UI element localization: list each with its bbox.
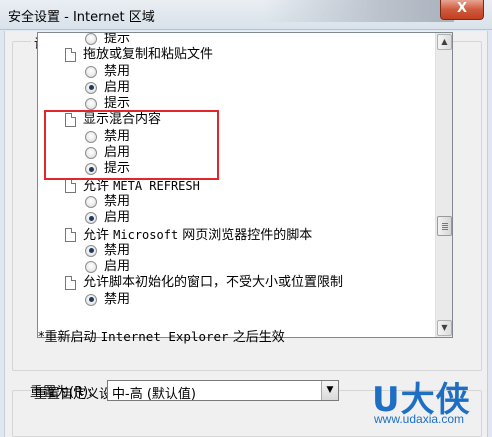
document-icon: [65, 48, 76, 63]
setting-label: 允许 Microsoft 网页浏览器控件的脚本: [83, 227, 313, 243]
radio-selected-icon[interactable]: [85, 81, 97, 94]
option-label: 启用: [104, 259, 131, 275]
chevron-down-icon: ▼: [326, 385, 334, 395]
radio-option[interactable]: 启用: [38, 80, 435, 96]
radio-unselected-icon[interactable]: [85, 261, 97, 274]
setting-item: 允许 META REFRESH: [38, 178, 435, 194]
setting-item: 允许 Microsoft 网页浏览器控件的脚本: [38, 227, 435, 243]
vertical-scrollbar[interactable]: ▲ ▼: [435, 33, 452, 337]
radio-option[interactable]: 禁用: [38, 194, 435, 210]
title-bar: 安全设置 - Internet 区域 X: [0, 0, 492, 30]
radio-unselected-icon[interactable]: [85, 65, 97, 78]
setting-item: 拖放或复制和粘贴文件: [38, 47, 435, 63]
document-icon: [65, 276, 76, 291]
setting-label: 允许脚本初始化的窗口，不受大小或位置限制: [83, 275, 344, 291]
setting-label: 拖放或复制和粘贴文件: [83, 47, 214, 63]
option-label: 提示: [104, 32, 131, 46]
radio-unselected-icon[interactable]: [85, 98, 97, 111]
option-label: 启用: [104, 79, 131, 95]
radio-option[interactable]: 启用: [38, 259, 435, 275]
title-bar-background: [264, 0, 454, 22]
setting-item: 允许脚本初始化的窗口，不受大小或位置限制: [38, 275, 435, 291]
close-icon: X: [456, 1, 468, 16]
close-button[interactable]: X: [440, 0, 484, 20]
document-icon: [65, 178, 76, 193]
highlight-annotation-box: [44, 110, 219, 180]
chevron-up-icon: ▲: [441, 37, 448, 46]
radio-selected-icon[interactable]: [85, 212, 97, 225]
settings-listbox[interactable]: 提示 拖放或复制和粘贴文件 禁用 启用 提示 显示混合内容 禁用 启用 提示 允许 META RE…: [37, 32, 453, 338]
scroll-up-button[interactable]: ▲: [437, 34, 452, 50]
dropdown-button[interactable]: ▼: [321, 381, 338, 400]
window-title: 安全设置 - Internet 区域: [8, 10, 155, 25]
radio-option[interactable]: 禁用: [38, 243, 435, 259]
radio-unselected-icon[interactable]: [85, 33, 97, 45]
radio-option[interactable]: 启用: [38, 210, 435, 226]
option-label: 启用: [104, 210, 131, 226]
radio-selected-icon[interactable]: [85, 293, 97, 306]
radio-option[interactable]: 提示: [38, 32, 435, 47]
radio-unselected-icon[interactable]: [85, 195, 97, 208]
watermark-url: www.udaxia.com: [374, 412, 465, 426]
grip-icon: [442, 223, 448, 230]
option-label: 禁用: [104, 291, 131, 307]
radio-option[interactable]: 禁用: [38, 64, 435, 80]
watermark-logo: U大侠 www.udaxia.com: [372, 372, 490, 434]
chevron-down-icon: ▼: [441, 323, 448, 332]
reset-to-label: 重置为(R):: [30, 385, 93, 400]
option-label: 禁用: [104, 193, 131, 209]
setting-label: 允许 META REFRESH: [83, 178, 200, 194]
radio-selected-icon[interactable]: [85, 244, 97, 257]
option-label: 禁用: [104, 242, 131, 258]
reset-level-value: 中-高 (默认值): [112, 387, 196, 402]
radio-option[interactable]: 禁用: [38, 292, 435, 308]
document-icon: [65, 227, 76, 242]
scroll-down-button[interactable]: ▼: [437, 320, 452, 336]
restart-note: *重新启动 Internet Explorer 之后生效: [38, 329, 285, 345]
reset-level-select[interactable]: 中-高 (默认值) ▼: [107, 380, 339, 402]
scroll-thumb[interactable]: [437, 216, 452, 236]
option-label: 禁用: [104, 63, 131, 79]
